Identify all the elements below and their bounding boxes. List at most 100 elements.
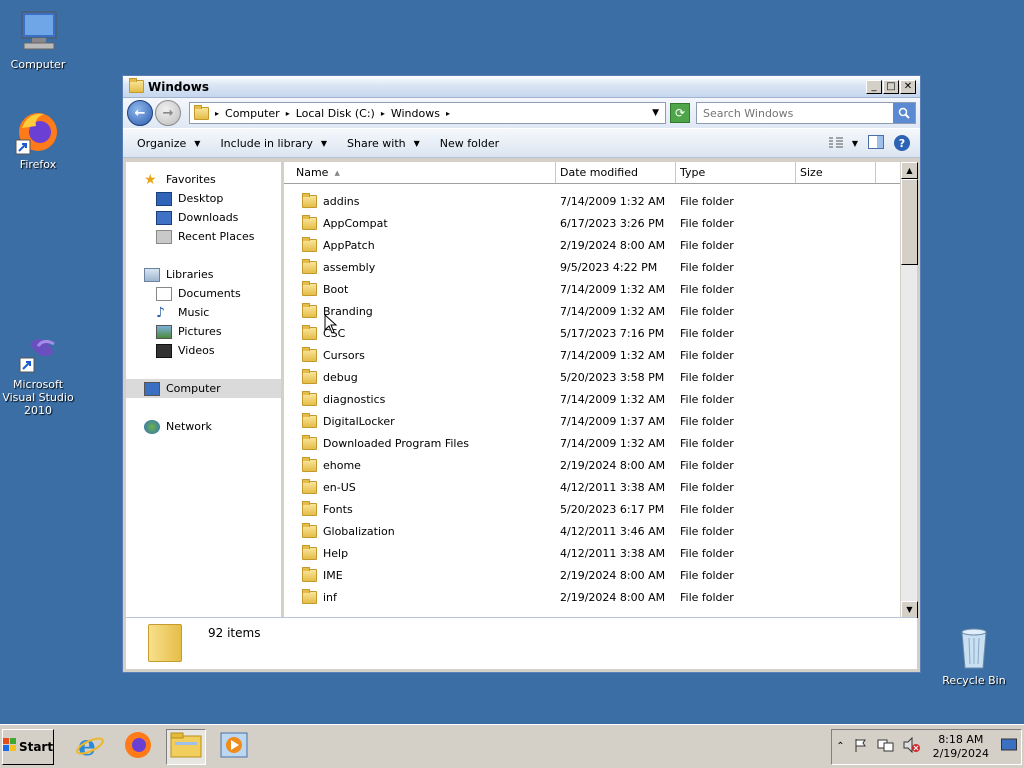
downloads-icon (156, 210, 172, 225)
file-row[interactable]: ehome 2/19/2024 8:00 AM File folder (284, 454, 900, 476)
file-row[interactable]: Help 4/12/2011 3:38 AM File folder (284, 542, 900, 564)
desktop-icon-computer[interactable]: Computer (0, 8, 78, 71)
help-icon[interactable]: ? (894, 135, 910, 151)
file-row[interactable]: Boot 7/14/2009 1:32 AM File folder (284, 278, 900, 300)
new-folder-label: New folder (439, 136, 500, 150)
clock-time: 8:18 AM (938, 732, 984, 746)
file-row[interactable]: DigitalLocker 7/14/2009 1:37 AM File folde… (284, 410, 900, 432)
file-row[interactable]: debug 5/20/2023 3:58 PM File folder (284, 366, 900, 388)
breadcrumb-local-disk[interactable]: Local Disk (C:) ▸ (296, 107, 385, 120)
firefox-icon (14, 108, 62, 156)
organize-menu[interactable]: Organize ▼ (137, 137, 200, 150)
column-header-name[interactable]: Name ▲ (284, 162, 556, 183)
taskbar-firefox[interactable] (118, 729, 158, 765)
show-hidden-icons-icon[interactable]: ⌃ (836, 741, 844, 752)
back-button[interactable]: ← (127, 100, 153, 126)
forward-button[interactable]: → (155, 100, 181, 126)
volume-muted-icon[interactable] (903, 736, 921, 756)
file-row[interactable]: Branding 7/14/2009 1:32 AM File folder (284, 300, 900, 322)
search-input[interactable] (697, 106, 893, 120)
include-in-library-menu[interactable]: Include in library ▼ (220, 137, 327, 150)
file-name: AppCompat (323, 216, 388, 230)
nav-item-desktop[interactable]: Desktop (126, 189, 281, 208)
file-row[interactable]: diagnostics 7/14/2009 1:32 AM File folder (284, 388, 900, 410)
nav-item-pictures[interactable]: Pictures (126, 322, 281, 341)
file-row[interactable]: AppCompat 6/17/2023 3:26 PM File folder (284, 212, 900, 234)
desktop-icon-recycle-bin[interactable]: Recycle Bin (934, 624, 1014, 687)
file-row[interactable]: Globalization 4/12/2011 3:46 AM File folde… (284, 520, 900, 542)
file-row[interactable]: Fonts 5/20/2023 6:17 PM File folder (284, 498, 900, 520)
file-row[interactable]: Downloaded Program Files 7/14/2009 1:32 A… (284, 432, 900, 454)
search-box (696, 102, 916, 124)
details-pane: 92 items (126, 617, 917, 669)
nav-item-label: Desktop (178, 192, 224, 205)
nav-item-libraries[interactable]: Libraries (126, 265, 281, 284)
column-header-size[interactable]: Size (796, 162, 876, 183)
chevron-right-icon[interactable]: ▸ (215, 109, 219, 118)
vertical-scrollbar[interactable]: ▲ ▼ (900, 162, 918, 618)
close-button[interactable]: ✕ (900, 79, 916, 94)
taskbar-media-player[interactable] (214, 729, 254, 765)
new-folder-button[interactable]: New folder (440, 137, 499, 150)
file-name: Downloaded Program Files (323, 436, 469, 450)
maximize-button[interactable]: □ (883, 79, 899, 94)
address-dropdown-icon[interactable]: ▼ (652, 108, 659, 118)
nav-item-computer[interactable]: Computer (126, 379, 281, 398)
preview-pane-icon[interactable] (868, 134, 884, 152)
title-bar[interactable]: Windows _ □ ✕ (123, 76, 920, 98)
column-header-type[interactable]: Type (676, 162, 796, 183)
file-row[interactable]: inf 2/19/2024 8:00 AM File folder (284, 586, 900, 608)
file-name: Globalization (323, 524, 395, 538)
nav-item-downloads[interactable]: Downloads (126, 208, 281, 227)
file-date: 5/20/2023 3:58 PM (560, 370, 665, 384)
show-desktop-icon[interactable] (1001, 738, 1017, 755)
file-row[interactable]: CSC 5/17/2023 7:16 PM File folder (284, 322, 900, 344)
scroll-down-icon[interactable]: ▼ (901, 601, 918, 618)
breadcrumb-computer[interactable]: Computer ▸ (225, 107, 290, 120)
file-date: 9/5/2023 4:22 PM (560, 260, 658, 274)
refresh-button[interactable]: ⟳ (670, 103, 690, 123)
file-row[interactable]: assembly 9/5/2023 4:22 PM File folder (284, 256, 900, 278)
view-options-icon[interactable]: ▼ (828, 137, 858, 149)
file-row[interactable]: Cursors 7/14/2009 1:32 AM File folder (284, 344, 900, 366)
file-name: addins (323, 194, 360, 208)
address-bar[interactable]: ▸ Computer ▸ Local Disk (C:) ▸ Windows ▸ ▼ (189, 102, 666, 124)
file-name: debug (323, 370, 358, 384)
folder-icon (302, 214, 317, 230)
nav-item-documents[interactable]: Documents (126, 284, 281, 303)
start-label: Start (18, 739, 54, 754)
folder-icon (302, 500, 317, 516)
address-bar-row: ← → ▸ Computer ▸ Local Disk (C:) ▸ Windows… (123, 98, 920, 128)
file-row[interactable]: addins 7/14/2009 1:32 AM File folder (284, 190, 900, 212)
file-name-cell: DigitalLocker (284, 412, 556, 428)
include-in-library-label: Include in library (220, 136, 313, 150)
file-row[interactable]: en-US 4/12/2011 3:38 AM File folder (284, 476, 900, 498)
file-row[interactable]: AppPatch 2/19/2024 8:00 AM File folder (284, 234, 900, 256)
file-name-cell: Globalization (284, 522, 556, 538)
nav-item-videos[interactable]: Videos (126, 341, 281, 360)
desktop-icon-firefox[interactable]: Firefox (0, 108, 78, 171)
desktop-icon-visual-studio[interactable]: Microsoft Visual Studio 2010 (0, 328, 78, 417)
column-header-date-modified[interactable]: Date modified (556, 162, 676, 183)
nav-item-music[interactable]: ♪ Music (126, 303, 281, 322)
file-type: File folder (680, 502, 734, 516)
minimize-button[interactable]: _ (866, 79, 882, 94)
action-center-flag-icon[interactable] (853, 737, 869, 756)
nav-item-network[interactable]: Network (126, 417, 281, 436)
taskbar: Start e ⌃ 8:18 AM 2/19/2024 (0, 724, 1024, 768)
nav-item-favorites[interactable]: ★ Favorites (126, 170, 281, 189)
scroll-up-icon[interactable]: ▲ (901, 162, 918, 179)
search-icon[interactable] (893, 103, 915, 123)
chevron-right-icon: ▸ (445, 108, 450, 118)
file-row[interactable]: IME 2/19/2024 8:00 AM File folder (284, 564, 900, 586)
breadcrumb-windows[interactable]: Windows ▸ (391, 107, 450, 120)
clock[interactable]: 8:18 AM 2/19/2024 (929, 733, 993, 761)
network-icon[interactable] (877, 737, 895, 756)
nav-item-recent-places[interactable]: Recent Places (126, 227, 281, 246)
taskbar-internet-explorer[interactable]: e (70, 729, 110, 765)
share-with-menu[interactable]: Share with ▼ (347, 137, 420, 150)
desktop-icon-label: Firefox (19, 158, 57, 171)
start-button[interactable]: Start (2, 728, 54, 765)
taskbar-windows-explorer[interactable] (166, 728, 206, 765)
scrollbar-thumb[interactable] (901, 179, 918, 265)
